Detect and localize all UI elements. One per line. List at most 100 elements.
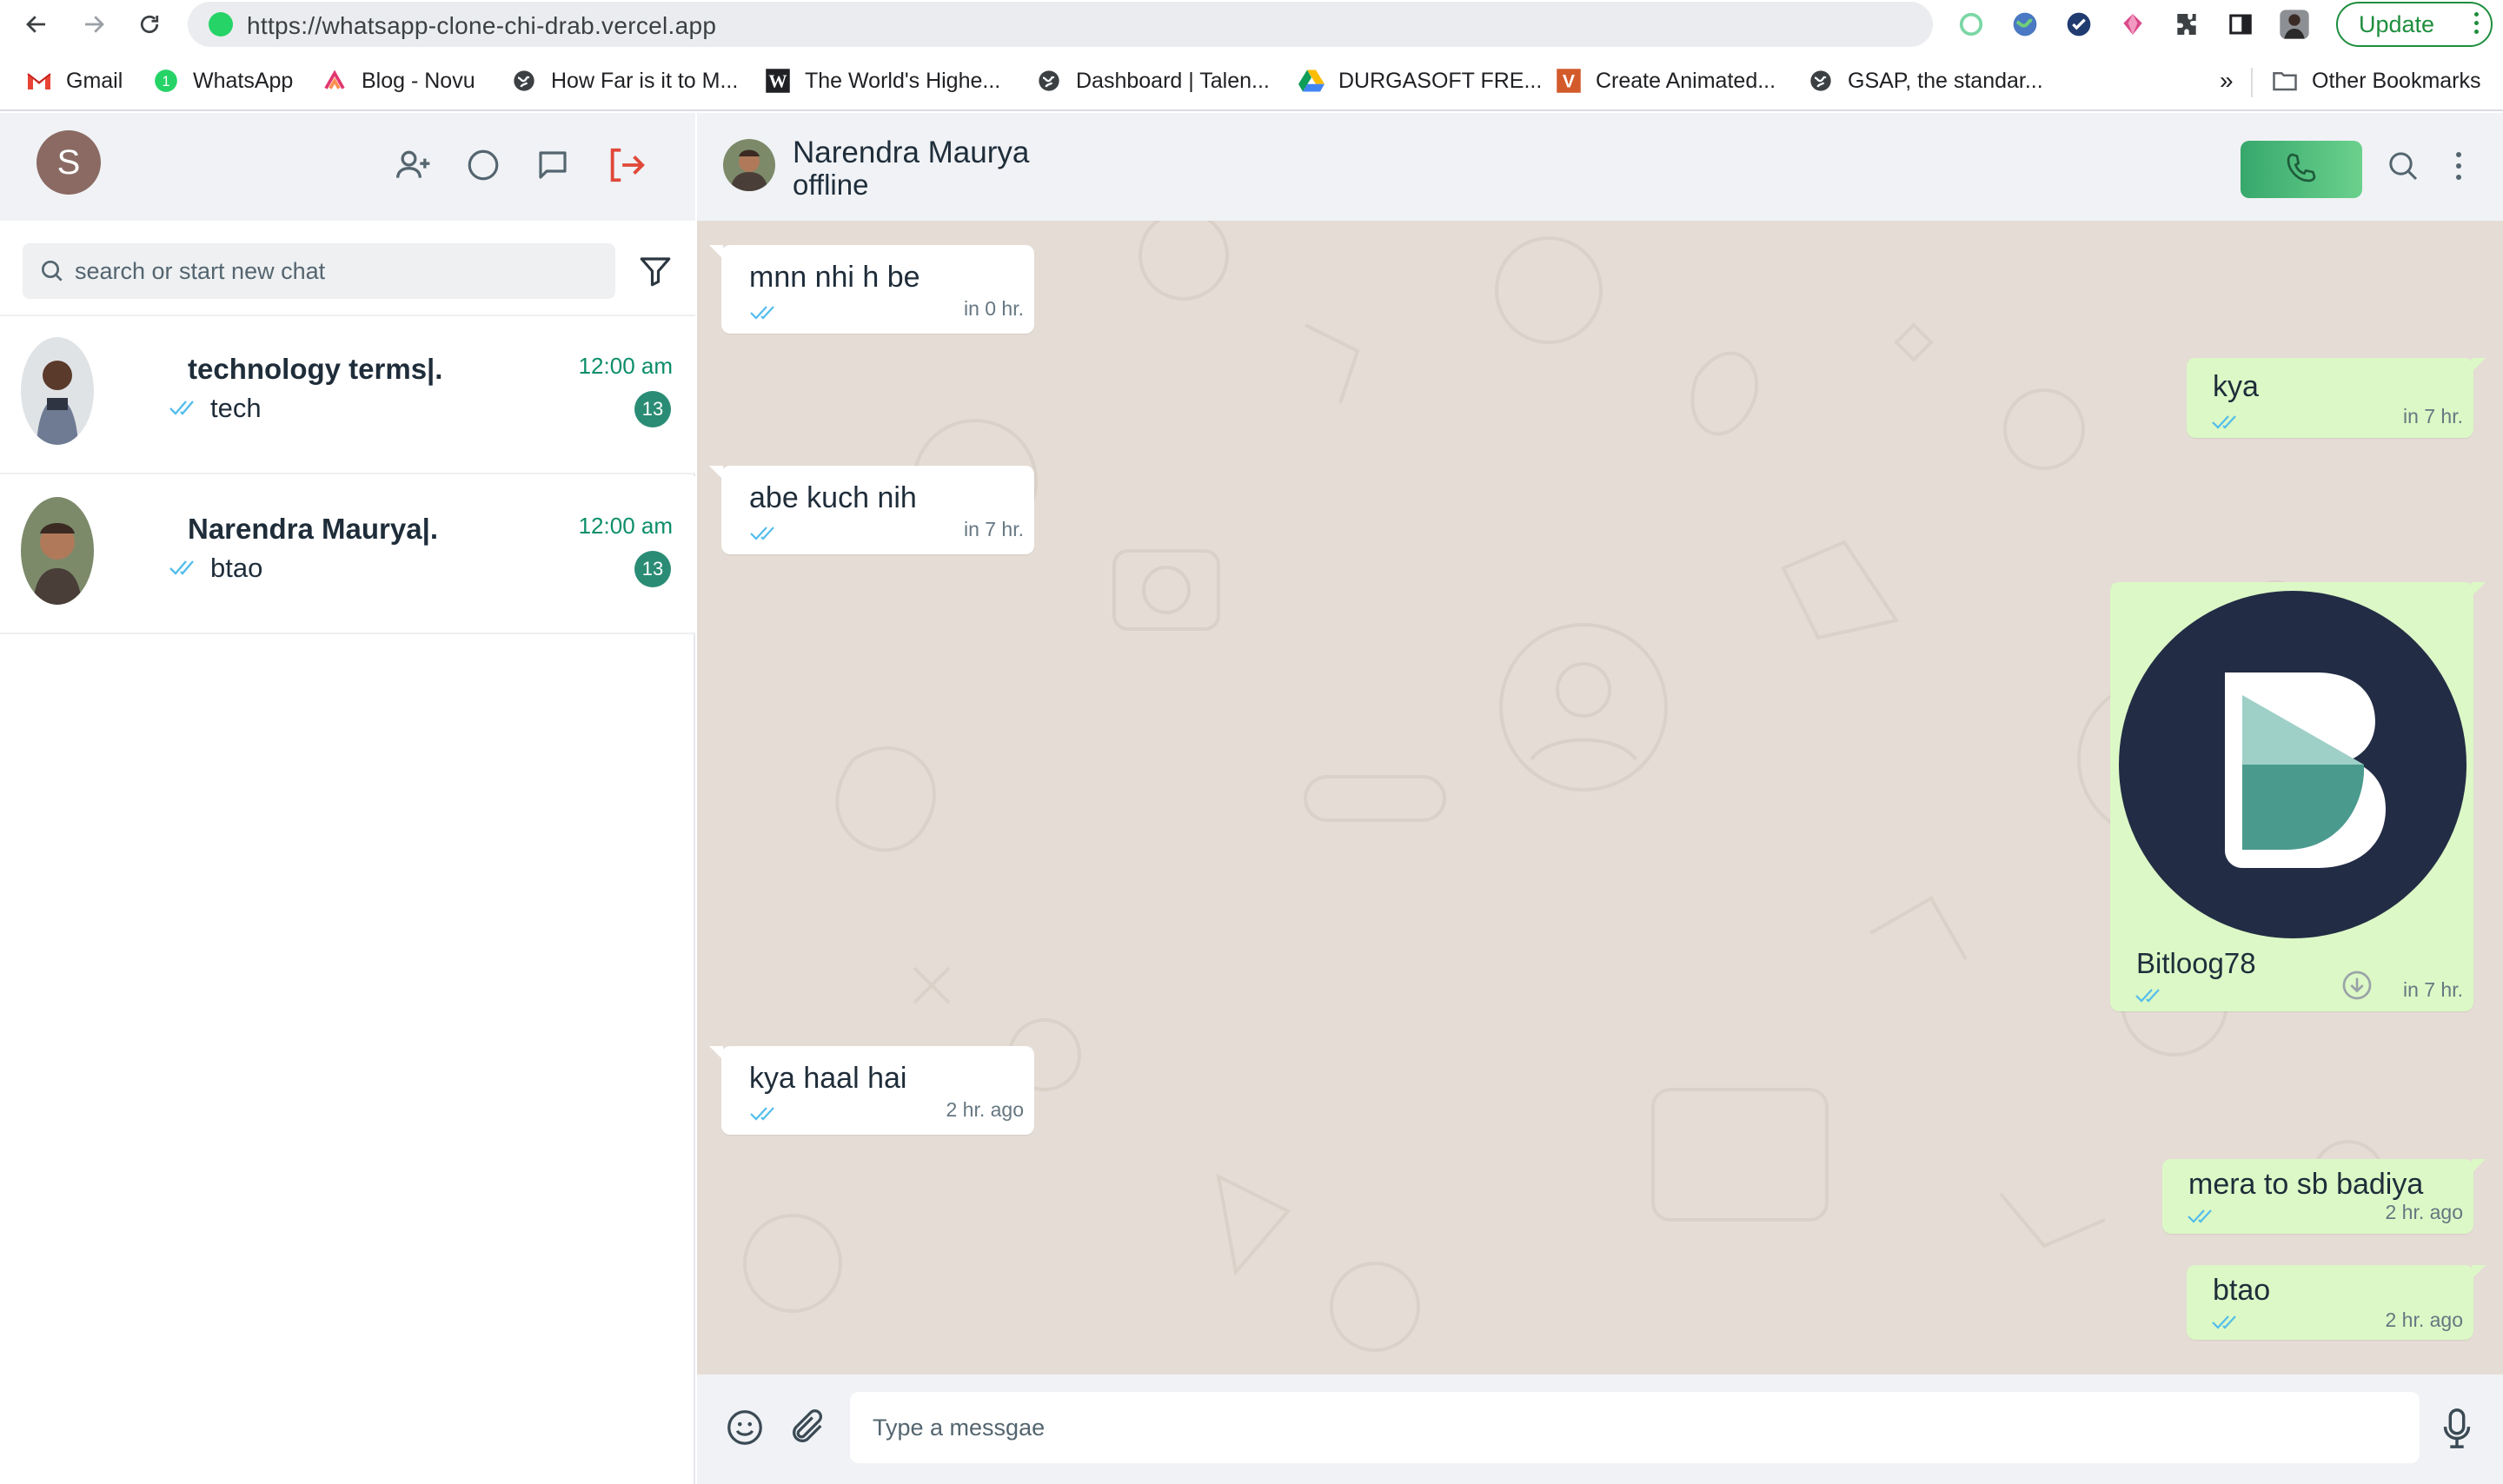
bookmark-blog-novu[interactable]: Blog - Novu — [322, 66, 475, 96]
new-chat-icon[interactable] — [532, 144, 574, 186]
microphone-icon[interactable] — [2435, 1404, 2479, 1453]
add-contact-icon[interactable] — [393, 144, 435, 186]
chat-name: technology terms|. — [188, 353, 443, 385]
profile-avatar-icon[interactable] — [2277, 7, 2312, 42]
bookmarks-bar: Gmail 1 WhatsApp Blog - Novu How Far is … — [0, 50, 2503, 111]
double-check-icon — [2211, 1314, 2242, 1335]
bookmark-gsap[interactable]: GSAP, the standar... — [1808, 66, 2043, 96]
double-check-icon — [2187, 1208, 2218, 1229]
chat-list-item[interactable]: Narendra Maurya|. btao 12:00 am 13 — [0, 476, 695, 634]
filter-icon[interactable] — [634, 250, 676, 292]
double-check-icon — [2135, 987, 2166, 1009]
w-logo-icon: W — [765, 68, 791, 94]
outgoing-image-message[interactable]: Bitloog78 in 7 hr. — [2110, 582, 2486, 1011]
outgoing-message[interactable]: mera to sb badiya 2 hr. ago — [2162, 1159, 2486, 1234]
extensions-puzzle-icon[interactable] — [2169, 7, 2204, 42]
chat-last-message: btao — [169, 553, 262, 584]
contact-avatar — [21, 497, 94, 605]
bookmark-how-far[interactable]: How Far is it to M... — [511, 66, 738, 96]
forward-arrow-icon[interactable] — [76, 7, 111, 42]
other-bookmarks[interactable]: Other Bookmarks — [2272, 66, 2481, 96]
contact-name[interactable]: Narendra Maurya — [793, 136, 1029, 170]
gmail-icon — [26, 68, 52, 94]
message-time: in 0 hr. — [963, 297, 1024, 320]
bookmark-gmail[interactable]: Gmail — [26, 66, 123, 96]
contact-status: offline — [793, 169, 869, 201]
image-caption: Bitloog78 — [2136, 947, 2256, 979]
chat-last-message: tech — [169, 393, 262, 424]
google-drive-icon — [1298, 68, 1325, 94]
update-button[interactable]: Update — [2336, 2, 2493, 47]
bookmark-label: Blog - Novu — [362, 68, 475, 93]
bookmark-label: Create Animated... — [1596, 68, 1776, 93]
message-time: 2 hr. ago — [946, 1098, 1024, 1121]
incoming-message[interactable]: abe kuch nih in 7 hr. — [709, 466, 1034, 554]
contact-avatar[interactable] — [723, 139, 775, 191]
chat-time: 12:00 am — [578, 353, 673, 379]
extension-gem-icon[interactable] — [2115, 7, 2150, 42]
message-text: abe kuch nih — [749, 481, 917, 514]
bookmark-label: GSAP, the standar... — [1848, 68, 2043, 93]
emoji-icon[interactable] — [723, 1406, 767, 1449]
novu-icon — [322, 68, 348, 94]
update-label: Update — [2359, 10, 2435, 37]
extension-loader-icon[interactable] — [1954, 7, 1988, 42]
incoming-message[interactable]: kya haal hai 2 hr. ago — [709, 1046, 1034, 1135]
extension-check-icon[interactable] — [2061, 7, 2096, 42]
double-check-icon — [169, 553, 200, 584]
svg-text:V: V — [1563, 71, 1576, 92]
sidebar-header: S — [0, 113, 695, 221]
divider — [2251, 68, 2253, 97]
bookmark-label: The World's Highe... — [805, 68, 1001, 93]
globe-icon — [1036, 68, 1062, 94]
paperclip-icon[interactable] — [786, 1406, 829, 1449]
url-text[interactable]: https://whatsapp-clone-chi-drab.vercel.a… — [247, 12, 716, 40]
chat-list-item[interactable]: technology terms|. tech 12:00 am 13 — [0, 316, 695, 474]
bookmark-worlds-highest[interactable]: W The World's Highe... — [765, 66, 1000, 96]
folder-icon — [2272, 68, 2298, 94]
message-time: in 7 hr. — [2402, 405, 2463, 427]
bookmark-dashboard-talent[interactable]: Dashboard | Talen... — [1036, 66, 1270, 96]
bookmark-label: How Far is it to M... — [551, 68, 739, 93]
call-button[interactable] — [2241, 141, 2362, 198]
incoming-message[interactable]: mnn nhi h be in 0 hr. — [709, 245, 1034, 334]
search-box[interactable] — [23, 243, 615, 299]
whatsapp-clone-app: S search or start new chat technology te… — [0, 113, 2503, 1484]
address-bar[interactable]: https://whatsapp-clone-chi-drab.vercel.a… — [188, 2, 1933, 47]
more-vertical-icon — [2474, 12, 2479, 34]
search-input[interactable] — [75, 243, 596, 299]
side-panel-icon[interactable] — [2223, 7, 2258, 42]
globe-icon — [511, 68, 537, 94]
outgoing-message[interactable]: kya in 7 hr. — [2187, 358, 2486, 438]
chat-name: Narendra Maurya|. — [188, 513, 439, 545]
user-avatar[interactable]: S — [37, 130, 101, 195]
reload-icon[interactable] — [132, 7, 167, 42]
browser-toolbar: https://whatsapp-clone-chi-drab.vercel.a… — [0, 0, 2503, 50]
back-arrow-icon[interactable] — [19, 7, 54, 42]
message-composer — [697, 1375, 2503, 1484]
logout-icon[interactable] — [605, 144, 647, 186]
double-check-icon — [749, 525, 780, 547]
bookmark-whatsapp[interactable]: 1 WhatsApp — [153, 66, 293, 96]
double-check-icon — [2211, 414, 2242, 435]
last-message-text: tech — [210, 393, 262, 423]
download-icon[interactable] — [2340, 968, 2374, 1003]
bookmark-durgasoft[interactable]: DURGASOFT FRE... — [1298, 66, 1542, 96]
bookmark-label: WhatsApp — [193, 68, 294, 93]
outgoing-message[interactable]: btao 2 hr. ago — [2187, 1265, 2486, 1340]
search-icon[interactable] — [2383, 146, 2423, 186]
chat-sidebar: S search or start new chat technology te… — [0, 113, 695, 1484]
message-time: in 7 hr. — [963, 518, 1024, 540]
message-input[interactable] — [850, 1392, 2420, 1463]
message-text: kya — [2213, 370, 2259, 403]
contact-avatar — [21, 337, 94, 445]
status-icon[interactable] — [462, 144, 504, 186]
search-icon — [38, 257, 66, 285]
menu-dots-icon[interactable] — [2446, 144, 2472, 188]
bitloog-logo-image[interactable] — [2119, 591, 2466, 938]
message-time: 2 hr. ago — [2385, 1201, 2463, 1223]
bookmarks-overflow-button[interactable]: » — [2220, 66, 2234, 96]
extension-globe-icon[interactable] — [2008, 7, 2042, 42]
bookmark-create-animated[interactable]: V Create Animated... — [1556, 66, 1776, 96]
message-time: 2 hr. ago — [2385, 1308, 2463, 1331]
